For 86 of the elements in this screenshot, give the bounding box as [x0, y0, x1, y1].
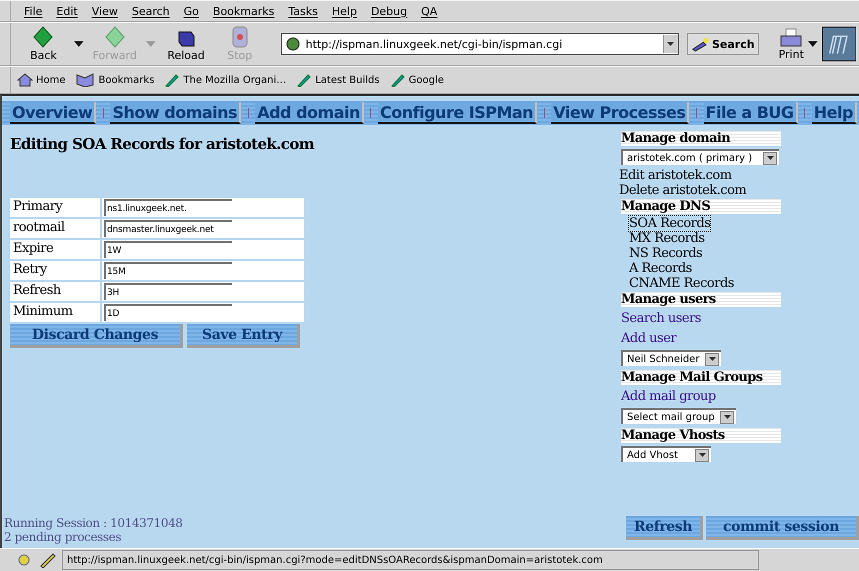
record-link[interactable]: CNAME Records: [629, 276, 734, 291]
house-icon: [17, 73, 33, 87]
globe-icon: [286, 37, 300, 51]
dropdown-arrow-icon: [724, 415, 730, 419]
search-button[interactable]: Search: [686, 33, 759, 55]
dropdown-arrow-icon: [667, 42, 674, 46]
action-link[interactable]: Delete aristotek.com: [619, 183, 859, 198]
menu-item[interactable]: Search: [124, 4, 177, 18]
input-field[interactable]: 1W: [102, 240, 304, 259]
field-label: Retry: [10, 261, 100, 280]
section-heading: Manage Mail Groups: [621, 370, 781, 385]
bookmarks-icon: [76, 73, 96, 87]
field-label: Expire: [10, 240, 100, 259]
section-heading: Manage Vhosts: [621, 428, 781, 443]
nav-tab[interactable]: Show domains: [110, 102, 242, 124]
session-button[interactable]: commit session: [706, 516, 859, 540]
menu-item[interactable]: Debug: [364, 4, 414, 18]
session-text: Running Session : 1014371048: [4, 516, 184, 530]
menu-item[interactable]: Edit: [49, 4, 85, 18]
bookmark-icon: [164, 73, 180, 87]
forward-arrow-icon: [104, 26, 126, 48]
printer-icon: [779, 28, 804, 48]
input-field[interactable]: 1D: [102, 303, 304, 322]
dropdown-arrow-icon[interactable]: [74, 41, 84, 47]
nav-tab[interactable]: Add domain: [255, 102, 364, 124]
record-link[interactable]: SOA Records: [629, 216, 710, 231]
field-label: rootmail: [10, 219, 100, 238]
status-url: http://ispman.linuxgeek.net/cgi-bin/ispman.cgi?mode=editDNSsOARecords&ispmanDomain=aristotek.com: [62, 550, 759, 570]
search-icon: [690, 36, 710, 52]
dropdown-button[interactable]: [662, 35, 678, 53]
record-link[interactable]: A Records: [629, 261, 692, 276]
section-heading: Manage domain: [621, 131, 781, 146]
sidebar-link[interactable]: Search users: [621, 311, 859, 326]
pen-icon: [38, 552, 58, 568]
nav-tab[interactable]: Help: [812, 102, 857, 124]
form-button[interactable]: Discard Changes: [10, 324, 183, 348]
select-field[interactable]: Neil Schneider: [621, 350, 721, 366]
bookmark-link[interactable]: Latest Builds: [296, 73, 380, 87]
select-field[interactable]: aristotek.com ( primary ): [621, 149, 779, 165]
print-button[interactable]: Print: [778, 28, 804, 60]
section-heading: Manage DNS: [621, 199, 781, 214]
session-button[interactable]: Refresh: [626, 516, 704, 540]
select-field[interactable]: Select mail group: [621, 408, 736, 424]
field-label: Minimum: [10, 303, 100, 322]
bookmark-link[interactable]: Bookmarks: [76, 73, 154, 87]
throbber-logo-icon: [822, 26, 856, 62]
record-link[interactable]: MX Records: [629, 231, 704, 246]
input-field[interactable]: dnsmaster.linuxgeek.net: [102, 219, 304, 238]
field-label: Primary: [10, 198, 100, 217]
menu-item[interactable]: Tasks: [281, 4, 325, 18]
back-arrow-icon: [32, 26, 54, 48]
input-field[interactable]: 3H: [102, 282, 304, 301]
bookmark-link[interactable]: Google: [390, 73, 444, 87]
bookmark-icon: [390, 73, 406, 87]
nav-tab[interactable]: File a BUG: [704, 102, 798, 124]
form-button[interactable]: Save Entry: [187, 324, 300, 348]
record-link[interactable]: NS Records: [629, 246, 702, 261]
dropdown-arrow-icon: [708, 357, 716, 361]
bookmark-icon: [296, 73, 312, 87]
sidebar-link[interactable]: Add mail group: [621, 389, 859, 404]
menu-item[interactable]: Go: [176, 4, 206, 18]
dropdown-arrow-icon: [698, 453, 706, 457]
bookmark-link[interactable]: Home: [17, 73, 66, 87]
toolbar-button[interactable]: Back: [16, 26, 70, 62]
menu-item[interactable]: View: [84, 4, 125, 18]
nav-tab[interactable]: Configure ISPMan: [378, 102, 538, 124]
menu-item[interactable]: Help: [324, 4, 364, 18]
action-link[interactable]: Edit aristotek.com: [619, 168, 859, 183]
bookmark-link[interactable]: The Mozilla Organi…: [164, 73, 286, 87]
menu-item[interactable]: Bookmarks: [206, 4, 282, 18]
field-label: Refresh: [10, 282, 100, 301]
input-field[interactable]: 15M: [102, 261, 304, 280]
select-field[interactable]: Add Vhost: [621, 446, 711, 462]
nav-tab[interactable]: Overview: [10, 102, 96, 124]
menu-item[interactable]: QA: [414, 4, 444, 18]
sidebar-link[interactable]: Add user: [621, 331, 859, 346]
nav-tab[interactable]: View Processes: [551, 102, 690, 124]
section-heading: Manage users: [621, 292, 781, 307]
url-field[interactable]: http://ispman.linuxgeek.net/cgi-bin/ispman.cgi: [280, 33, 679, 55]
toolbar-button[interactable]: Reload: [159, 26, 213, 62]
input-field[interactable]: ns1.linuxgeek.net.: [102, 198, 304, 217]
dropdown-arrow-icon: [766, 156, 774, 160]
dropdown-arrow-icon[interactable]: [808, 41, 818, 47]
page-title: Editing SOA Records for aristotek.com: [10, 135, 316, 153]
menu-item[interactable]: File: [17, 4, 50, 18]
session-text: 2 pending processes: [4, 530, 122, 544]
